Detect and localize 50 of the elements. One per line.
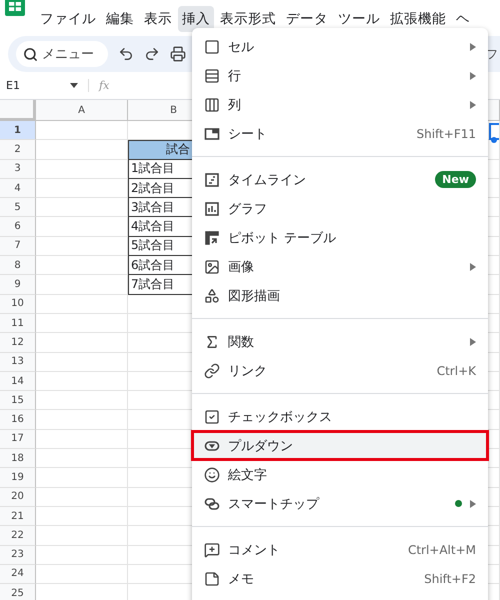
menu-item[interactable]: 絵文字 <box>192 460 488 489</box>
row-header[interactable]: 25 <box>0 584 36 600</box>
menu-bar-item[interactable]: 表示形式 <box>216 6 280 32</box>
row-header[interactable]: 11 <box>0 314 36 334</box>
row-header[interactable]: 1 <box>0 121 36 140</box>
column-header[interactable]: A <box>36 100 128 121</box>
row-header[interactable]: 19 <box>0 468 36 488</box>
row-header[interactable]: 22 <box>0 526 36 546</box>
row-header[interactable]: 20 <box>0 488 36 507</box>
row-header[interactable]: 8 <box>0 256 36 276</box>
row-header[interactable]: 9 <box>0 275 36 295</box>
row-header[interactable]: 15 <box>0 391 36 410</box>
row-header[interactable]: 6 <box>0 217 36 237</box>
row-header[interactable]: 16 <box>0 410 36 430</box>
menu-bar-item[interactable]: 表示 <box>140 6 176 32</box>
row-header[interactable]: 10 <box>0 294 36 314</box>
row-header[interactable]: 2 <box>0 140 36 160</box>
row-header[interactable]: 17 <box>0 430 36 450</box>
row-header[interactable]: 7 <box>0 236 36 256</box>
row-header[interactable]: 4 <box>0 178 36 198</box>
menu-item[interactable]: コメント Ctrl+Alt+M <box>192 535 488 564</box>
row-header[interactable]: 18 <box>0 449 36 468</box>
menu-bar-item[interactable]: ツール <box>334 6 384 32</box>
menu-item[interactable]: 関数 <box>192 327 488 356</box>
menu-bar-item[interactable]: 拡張機能 <box>386 6 450 32</box>
menu-item[interactable]: セル <box>192 32 488 61</box>
menu-bar-item[interactable]: 編集 <box>102 6 138 32</box>
row-header[interactable]: 24 <box>0 564 36 584</box>
menu-bar-item[interactable]: ファイル <box>36 6 100 32</box>
row-header[interactable]: 5 <box>0 198 36 218</box>
menu-item[interactable]: スマートチップ <box>192 489 488 518</box>
menu-item[interactable]: 行 <box>192 61 488 90</box>
menu-item[interactable]: リンク Ctrl+K <box>192 356 488 385</box>
menu-item[interactable]: プルダウン <box>192 431 488 460</box>
row-header[interactable]: 21 <box>0 506 36 526</box>
row-header[interactable]: 13 <box>0 352 36 372</box>
cell-reference[interactable]: E1 <box>0 79 70 92</box>
row-header[interactable]: 23 <box>0 546 36 565</box>
menu-bar-item[interactable]: データ <box>282 6 332 32</box>
menu-bar-item[interactable]: ヘ <box>452 6 474 32</box>
menu-item[interactable]: チェックボックス <box>192 402 488 431</box>
toolbar-text: フ <box>486 46 498 62</box>
row-header[interactable]: 12 <box>0 333 36 353</box>
menu-bar-item[interactable]: 挿入 <box>178 6 214 32</box>
row-header[interactable]: 14 <box>0 372 36 392</box>
search-field[interactable]: メニュー <box>16 41 108 67</box>
new-badge: New <box>435 171 476 188</box>
menu-item[interactable]: メモ Shift+F2 <box>192 564 488 593</box>
row-header[interactable]: 3 <box>0 160 36 179</box>
fx-label: fx <box>88 79 110 92</box>
